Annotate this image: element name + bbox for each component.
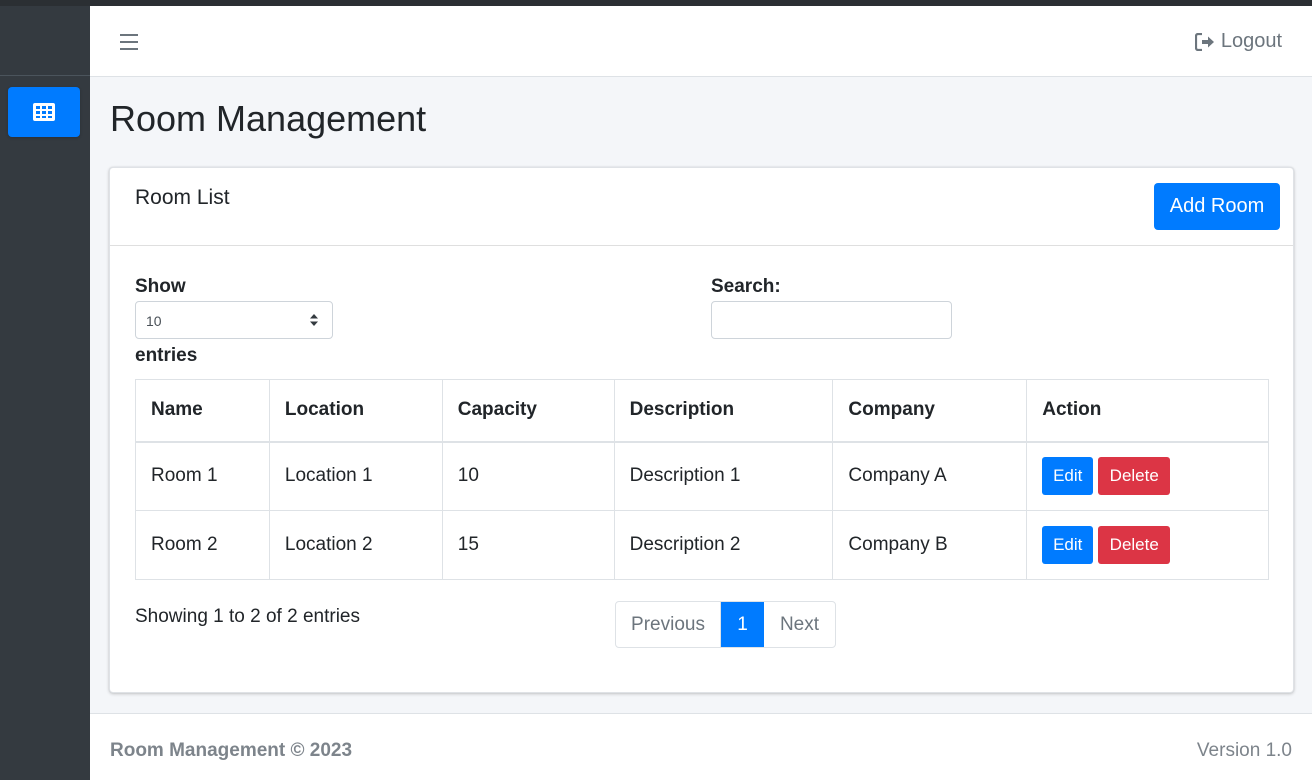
show-label: Show (135, 276, 186, 297)
edit-button[interactable]: Edit (1042, 457, 1094, 496)
page-title: Room Management (110, 98, 427, 139)
search-label: Search: (711, 276, 781, 297)
card-title: Room List (135, 186, 230, 209)
entries-label: entries (135, 345, 198, 366)
cell-action: Edit Delete (1026, 441, 1269, 511)
table-info: Showing 1 to 2 of 2 entries (135, 606, 360, 627)
cell-capacity: 10 (441, 441, 615, 511)
card-header: Room List Add Room (110, 168, 1293, 246)
column-header-name[interactable]: Name (135, 379, 270, 443)
sign-out-icon (1194, 32, 1214, 51)
search-input[interactable] (711, 301, 952, 339)
cell-location: Location 1 (268, 441, 443, 511)
delete-button[interactable]: Delete (1098, 526, 1171, 564)
cell-description: Description 1 (613, 441, 834, 511)
add-room-button[interactable]: Add Room (1154, 183, 1280, 230)
footer: Room Management © 2023 Version 1.0 (90, 713, 1312, 780)
column-header-company[interactable]: Company (832, 379, 1028, 443)
page-length-select[interactable]: 10 (135, 301, 333, 339)
cell-company: Company A (832, 441, 1028, 511)
table-row: Room 2 Location 2 15 Description 2 Compa… (135, 510, 1269, 580)
column-header-action: Action (1026, 379, 1269, 443)
room-list-card: Room List Add Room Show 10 entries Searc… (109, 167, 1294, 693)
cell-capacity: 15 (441, 510, 615, 580)
column-header-capacity[interactable]: Capacity (441, 379, 615, 443)
pagination: Previous 1 Next (615, 601, 836, 648)
sidebar-item-rooms[interactable] (8, 87, 80, 137)
page-length-value: 10 (146, 313, 162, 329)
column-header-location[interactable]: Location (268, 379, 443, 443)
footer-version: Version 1.0 (1196, 740, 1292, 761)
cell-description: Description 2 (613, 510, 834, 580)
column-header-description[interactable]: Description (613, 379, 834, 443)
sidebar-divider (0, 75, 90, 76)
cell-name: Room 2 (135, 510, 270, 580)
next-page-button[interactable]: Next (764, 602, 835, 647)
footer-copyright: Room Management © 2023 (110, 740, 353, 761)
cell-action: Edit Delete (1026, 510, 1269, 580)
top-navbar: Logout (90, 6, 1312, 77)
cell-name: Room 1 (135, 441, 270, 511)
logout-label: Logout (1220, 30, 1282, 52)
edit-button[interactable]: Edit (1042, 526, 1094, 564)
logout-link[interactable]: Logout (1194, 30, 1282, 53)
hamburger-icon[interactable] (120, 34, 138, 50)
table-header-row: Name Location Capacity Description Compa… (135, 379, 1269, 443)
rooms-table: Name Location Capacity Description Compa… (135, 379, 1269, 580)
select-arrows-icon (310, 314, 318, 326)
page-number-button[interactable]: 1 (721, 602, 764, 647)
sidebar (0, 6, 90, 780)
cell-company: Company B (832, 510, 1028, 580)
previous-page-button[interactable]: Previous (616, 602, 721, 647)
delete-button[interactable]: Delete (1098, 457, 1171, 496)
table-grid-icon (33, 103, 55, 121)
cell-location: Location 2 (268, 510, 443, 580)
table-row: Room 1 Location 1 10 Description 1 Compa… (135, 441, 1269, 511)
